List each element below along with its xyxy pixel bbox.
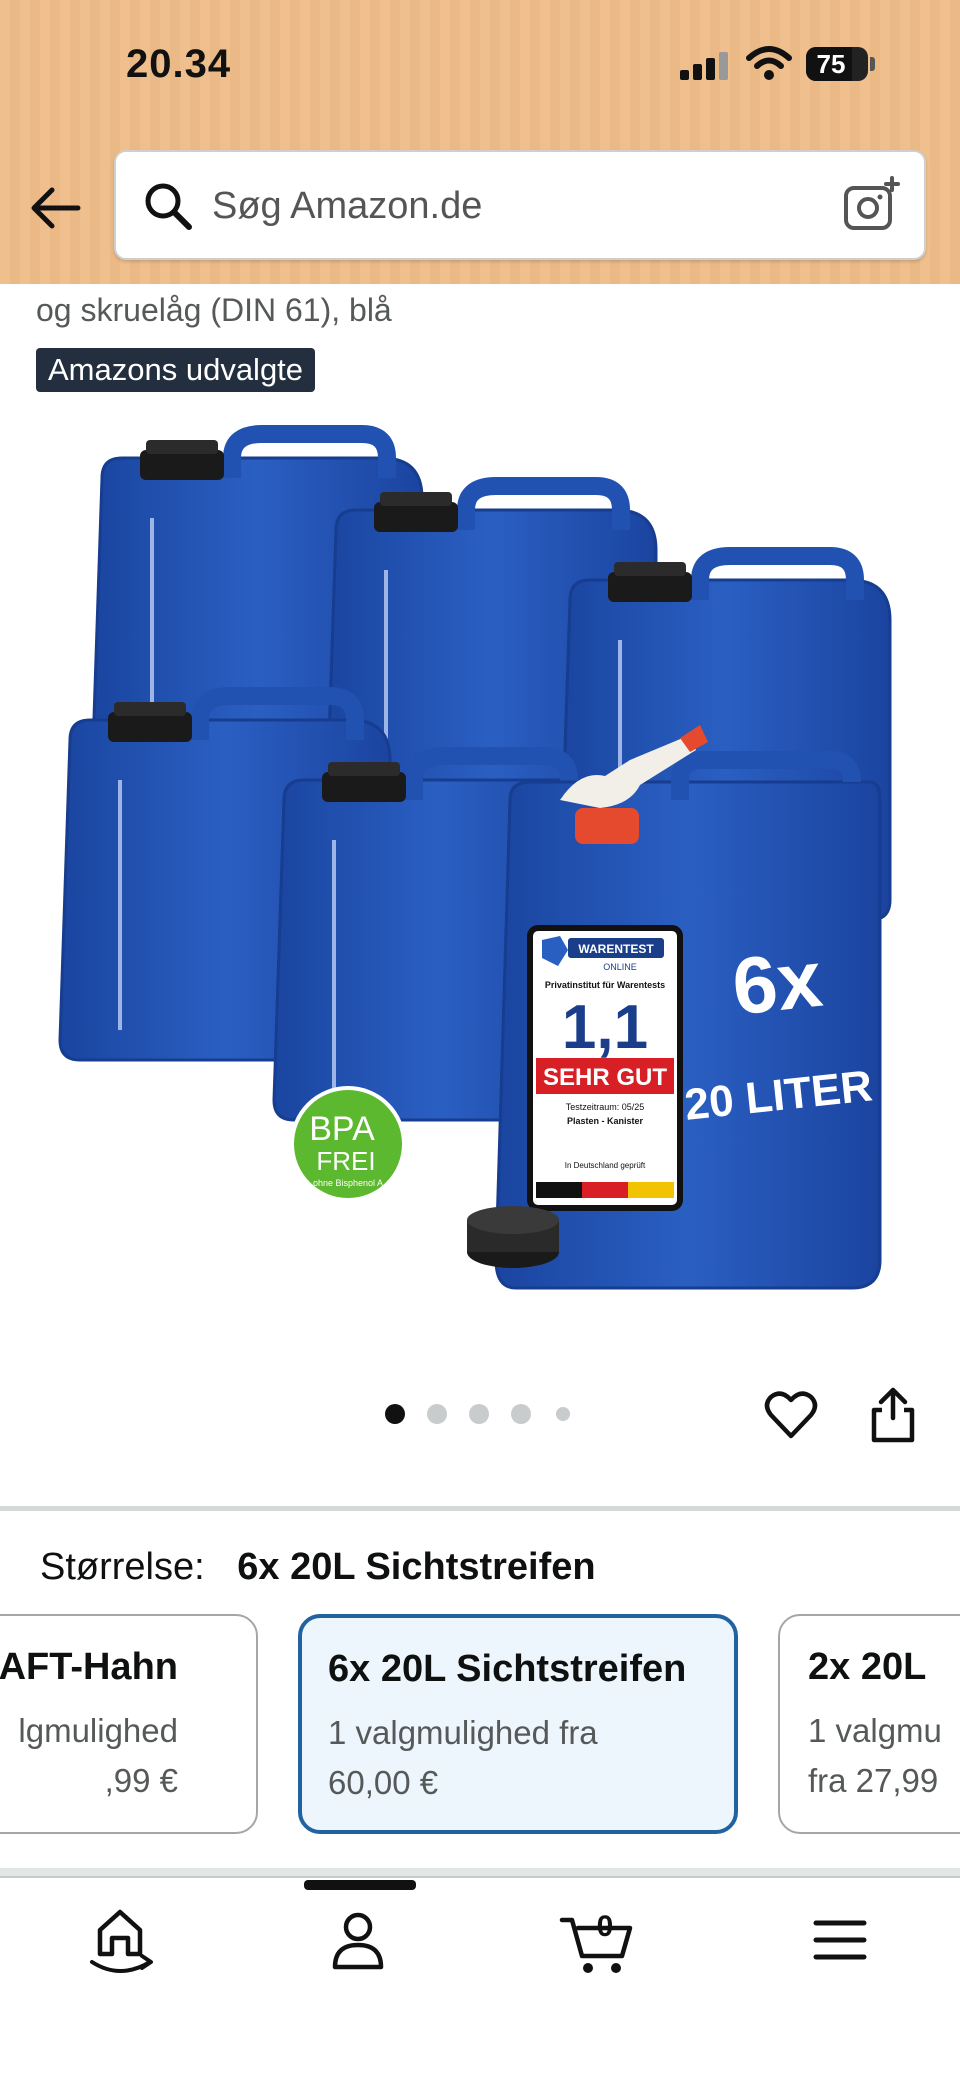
menu-icon (813, 1920, 867, 1960)
size-option-selected[interactable]: 6x 20L Sichtstreifen 1 valgmulighed fra … (298, 1614, 738, 1834)
nav-cart[interactable]: 0 (548, 1890, 648, 1990)
size-option-availability: 1 valgmu (808, 1712, 942, 1749)
size-option-name: AFT-Hahn (0, 1646, 178, 1688)
bpa-label: BPA (309, 1110, 375, 1148)
size-option[interactable]: 2x 20L 1 valgmu fra 27,99 (778, 1614, 960, 1834)
size-label: Størrelse: (40, 1546, 205, 1588)
back-button[interactable] (28, 180, 84, 236)
test-period: Testzeitraum: 05/25 (566, 1102, 645, 1112)
nav-menu[interactable] (790, 1890, 890, 1990)
camera-search-icon[interactable] (842, 176, 902, 236)
section-divider (0, 1506, 960, 1511)
battery-icon: 75 (806, 47, 868, 81)
cellular-signal-icon (680, 50, 728, 80)
gallery-dot[interactable] (385, 1404, 405, 1424)
size-option[interactable]: AFT-Hahn lgmulighed ,99 € (0, 1614, 258, 1834)
bpa-label-2: FREI (316, 1146, 375, 1176)
amazons-choice-badge[interactable]: Amazons udvalgte (36, 348, 316, 392)
search-input[interactable] (212, 176, 772, 236)
size-selected-value: 6x 20L Sichtstreifen (237, 1546, 596, 1588)
header-bar: 20.34 75 (0, 0, 960, 284)
size-selector-header: Størrelse: 6x 20L Sichtstreifen (40, 1546, 596, 1589)
status-time: 20.34 (126, 42, 232, 86)
test-grade: 1,1 (562, 993, 648, 1062)
active-tab-indicator (304, 1880, 416, 1890)
nav-home[interactable] (70, 1890, 170, 1990)
battery-cap (870, 57, 875, 71)
search-bar[interactable] (114, 150, 926, 260)
gallery-dot[interactable] (556, 1407, 570, 1421)
wifi-icon (746, 46, 792, 80)
product-title[interactable]: og skruelåg (DIN 61), blå (36, 292, 392, 329)
size-option-name: 6x 20L Sichtstreifen (328, 1648, 687, 1690)
product-image[interactable]: WARENTEST ONLINE Privatinstitut für Ware… (40, 420, 920, 1320)
bpa-sub: ohne Bisphenol A (313, 1178, 383, 1188)
test-institute: Privatinstitut für Warentests (545, 980, 665, 990)
loose-cap (467, 1206, 559, 1268)
warentest-seal: WARENTEST ONLINE Privatinstitut für Ware… (527, 925, 683, 1211)
pack-count-text: 6x (728, 934, 826, 1032)
size-option-name: 2x 20L (808, 1646, 927, 1688)
arrow-left-icon (31, 187, 81, 229)
search-icon (145, 183, 192, 230)
size-option-price: 60,00 € (328, 1764, 439, 1801)
test-brand: WARENTEST (578, 942, 654, 956)
size-option-availability: 1 valgmulighed fra (328, 1714, 598, 1751)
test-product: Plasten - Kanister (567, 1116, 644, 1126)
home-icon (90, 1909, 153, 1973)
test-brand-sub: ONLINE (603, 962, 637, 972)
bpa-free-badge: BPA FREI ohne Bisphenol A (290, 1086, 406, 1202)
gallery-dot[interactable] (511, 1404, 531, 1424)
gallery-dot[interactable] (469, 1404, 489, 1424)
wishlist-heart-icon[interactable] (764, 1388, 818, 1442)
size-option-price: fra 27,99 (808, 1762, 939, 1799)
test-verdict: SEHR GUT (543, 1064, 667, 1091)
section-divider (0, 1868, 960, 1876)
battery-level: 75 (816, 49, 846, 79)
cart-count-badge: 0 (596, 1910, 614, 1943)
nav-account[interactable] (308, 1890, 408, 1990)
test-country: In Deutschland geprüft (565, 1161, 646, 1170)
share-icon[interactable] (868, 1386, 918, 1444)
account-icon (332, 1912, 384, 1970)
gallery-dot[interactable] (427, 1404, 447, 1424)
size-option-availability: lgmulighed (18, 1712, 178, 1749)
size-option-price: ,99 € (104, 1762, 178, 1799)
